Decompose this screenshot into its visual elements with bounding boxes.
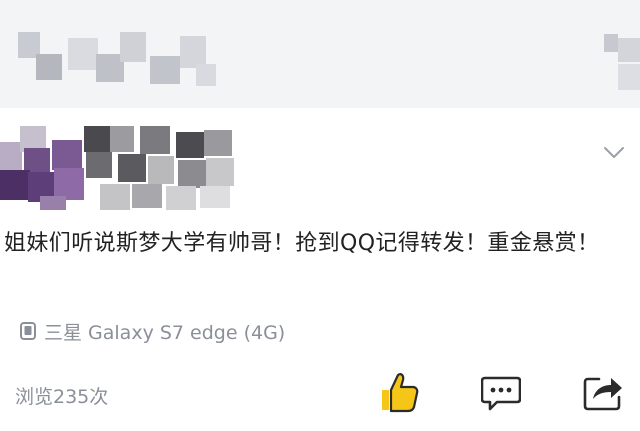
blurred-header-right [604,30,640,94]
top-header [0,0,640,108]
blurred-header-name [18,30,218,90]
post-content: 姐妹们听说斯梦大学有帅哥！抢到QQ记得转发！重金悬赏！ [4,231,600,256]
device-info: 三星 Galaxy S7 edge (4G) [20,318,285,344]
chevron-down-icon[interactable] [603,146,625,160]
blurred-user-avatar [0,126,240,212]
thumbs-up-icon[interactable] [379,371,419,413]
device-label: 三星 Galaxy S7 edge (4G) [44,321,286,344]
view-count: 浏览235次 [15,386,109,408]
qzone-post-screen: 姐妹们听说斯梦大学有帅哥！抢到QQ记得转发！重金悬赏！ 三星 Galaxy S7… [0,0,640,431]
share-icon[interactable] [583,371,623,413]
comment-icon[interactable] [481,371,521,413]
phone-icon [20,322,36,340]
